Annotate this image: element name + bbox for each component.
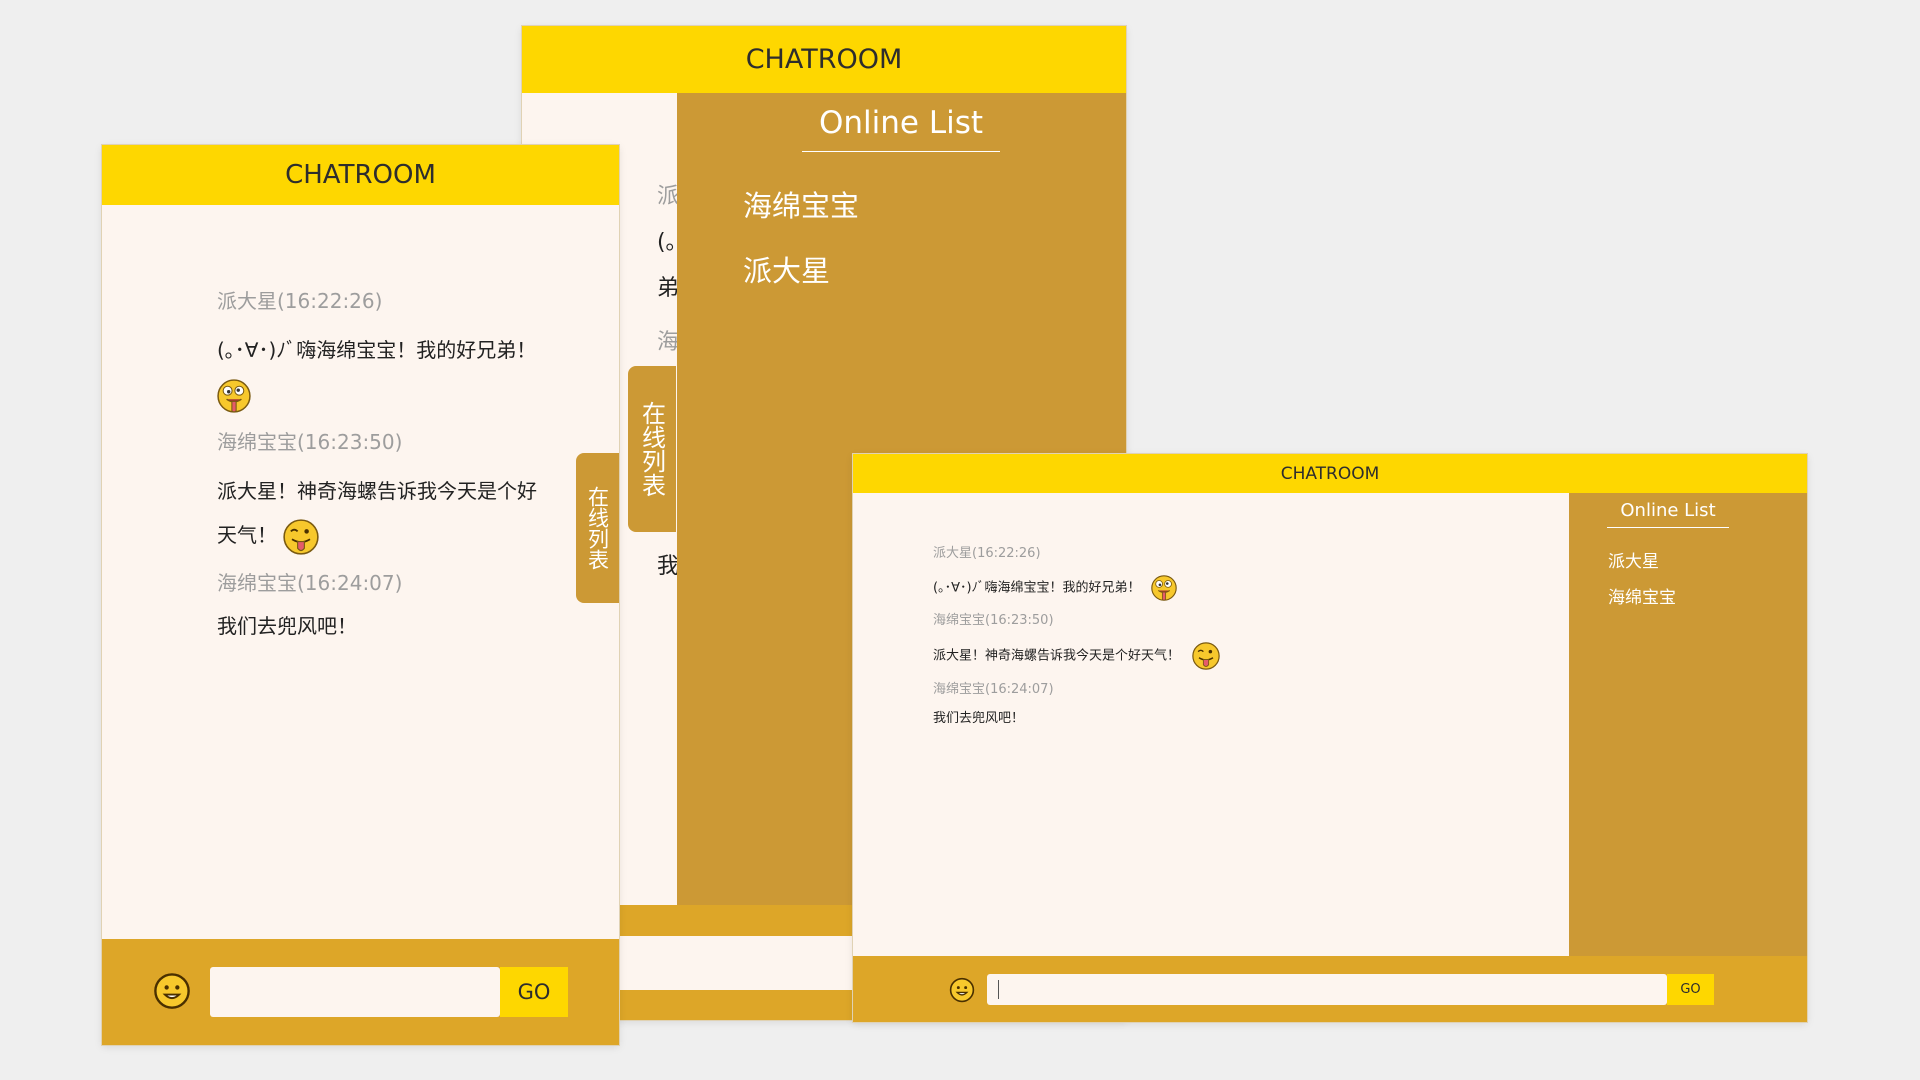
message-text: (｡･∀･)ﾉﾞ嗨海绵宝宝！我的好兄弟！ bbox=[217, 328, 537, 416]
online-list-tab[interactable]: 在线列表 bbox=[628, 366, 676, 532]
partial-line: 派 bbox=[657, 184, 680, 209]
message-meta: 派大星(16:22:26) bbox=[933, 546, 1041, 561]
online-user[interactable]: 海绵宝宝 bbox=[1608, 583, 1676, 608]
message-text-content: 派大星！神奇海螺告诉我今天是个好天气！ bbox=[217, 479, 537, 547]
emoji-button[interactable] bbox=[153, 972, 191, 1010]
message-text-content: (｡･∀･)ﾉﾞ嗨海绵宝宝！我的好兄弟！ bbox=[217, 338, 537, 362]
partial-line: 我 bbox=[657, 554, 680, 579]
message-input[interactable] bbox=[210, 967, 500, 1017]
message-text: 我们去兜风吧！ bbox=[933, 711, 1025, 726]
online-list-title: Online List bbox=[802, 105, 1000, 152]
partial-line: 海 bbox=[657, 330, 680, 355]
smiley-icon bbox=[949, 977, 975, 1003]
send-button[interactable]: GO bbox=[1667, 974, 1714, 1005]
online-list-tab[interactable]: 在线列表 bbox=[576, 453, 619, 603]
chat-window-mobile: CHATROOM 派大星(16:22:26) (｡･∀･)ﾉﾞ嗨海绵宝宝！我的好… bbox=[102, 145, 619, 1045]
partial-line: 弟 bbox=[657, 276, 680, 301]
chat-window-desktop: CHATROOM 派大星(16:22:26) (｡･∀･)ﾉﾞ嗨海绵宝宝！我的好… bbox=[853, 454, 1807, 1022]
online-user[interactable]: 海绵宝宝 bbox=[743, 183, 859, 225]
online-user[interactable]: 派大星 bbox=[743, 248, 830, 290]
partial-line: (｡ bbox=[657, 230, 677, 255]
chat-header: CHATROOM bbox=[853, 454, 1807, 493]
composer-bar: GO bbox=[102, 939, 619, 1045]
text-cursor bbox=[998, 980, 999, 999]
drool-emoji-icon bbox=[217, 378, 251, 413]
drool-emoji-icon bbox=[1150, 575, 1177, 601]
message-meta: 海绵宝宝(16:23:50) bbox=[933, 613, 1054, 628]
message-text: 派大星！神奇海螺告诉我今天是个好天气！ bbox=[933, 642, 1493, 670]
chat-header: CHATROOM bbox=[102, 145, 619, 205]
tongue-out-emoji-icon bbox=[1192, 642, 1220, 670]
message-text: (｡･∀･)ﾉﾞ嗨海绵宝宝！我的好兄弟！ bbox=[933, 575, 1493, 601]
composer-bar: GO bbox=[853, 956, 1807, 1022]
tongue-out-emoji-icon bbox=[283, 518, 320, 555]
emoji-button[interactable] bbox=[949, 977, 975, 1003]
chat-title: CHATROOM bbox=[745, 44, 903, 75]
message-meta: 海绵宝宝(16:24:07) bbox=[217, 571, 403, 595]
message-list: 派大星(16:22:26) (｡･∀･)ﾉﾞ嗨海绵宝宝！我的好兄弟！ 海绵宝宝(… bbox=[933, 542, 1493, 726]
message-meta: 派大星(16:22:26) bbox=[217, 289, 383, 313]
chat-title: CHATROOM bbox=[285, 160, 436, 190]
chat-title: CHATROOM bbox=[1280, 463, 1380, 484]
chat-header: CHATROOM bbox=[522, 26, 1126, 93]
send-button[interactable]: GO bbox=[500, 967, 568, 1017]
message-text-content: 派大星！神奇海螺告诉我今天是个好天气！ bbox=[933, 648, 1181, 664]
message-text: 我们去兜风吧！ bbox=[217, 614, 357, 638]
message-text-content: (｡･∀･)ﾉﾞ嗨海绵宝宝！我的好兄弟！ bbox=[933, 580, 1141, 596]
smiley-icon bbox=[154, 973, 190, 1009]
message-meta: 海绵宝宝(16:24:07) bbox=[933, 682, 1054, 697]
message-input[interactable] bbox=[987, 974, 1667, 1005]
message-meta: 海绵宝宝(16:23:50) bbox=[217, 430, 403, 454]
online-user[interactable]: 派大星 bbox=[1608, 547, 1659, 572]
message-list: 派大星(16:22:26) (｡･∀･)ﾉﾞ嗨海绵宝宝！我的好兄弟！ 海绵宝宝(… bbox=[217, 285, 537, 639]
online-list-panel: Online List 派大星 海绵宝宝 bbox=[1569, 493, 1807, 956]
online-list-title: Online List bbox=[1607, 500, 1729, 528]
message-text: 派大星！神奇海螺告诉我今天是个好天气！ bbox=[217, 469, 537, 557]
